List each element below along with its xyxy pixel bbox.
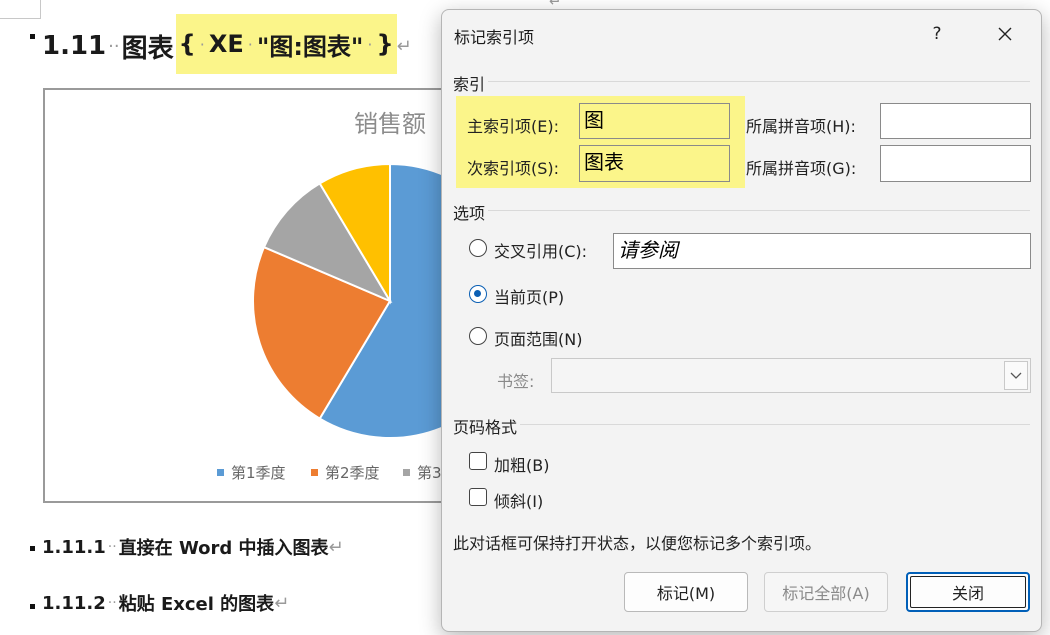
mark-all-button[interactable]: 标记全部(A) (764, 572, 888, 612)
dialog-title: 标记索引项 (454, 28, 535, 47)
current-page-label[interactable]: 当前页(P) (494, 284, 564, 308)
heading-text: 图表 (121, 33, 174, 64)
sub-entry-label: 次索引项(S): (467, 159, 560, 178)
page-range-radio[interactable] (469, 327, 487, 345)
close-icon[interactable] (985, 18, 1025, 50)
main-entry-input[interactable]: 图 (579, 103, 730, 139)
help-button[interactable]: ? (920, 19, 954, 49)
pinyin-h-label: 所属拼音项(H): (746, 117, 856, 136)
close-button[interactable]: 关闭 (906, 572, 1030, 612)
field-value: "图:图表" (256, 32, 364, 61)
heading-number: 1.11 (42, 31, 107, 61)
pinyin-h-input[interactable] (880, 103, 1031, 139)
heading-bullet (30, 34, 35, 39)
heading-dots: ·· (108, 35, 120, 57)
pinyin-g-label: 所属拼音项(G): (746, 159, 857, 178)
page-corner-mark (0, 0, 41, 19)
paragraph-mark: ↵ (396, 35, 412, 57)
field-close-brace: } (376, 30, 394, 58)
bold-label[interactable]: 加粗(B) (494, 452, 549, 476)
dialog-titlebar[interactable]: 标记索引项 ? (442, 10, 1041, 58)
legend-label: 第2季度 (325, 464, 380, 482)
paragraph-mark: ↵ (274, 592, 290, 614)
heading-1-11[interactable]: 1.11 ·· 图表 { · XE · "图:图表" · } ↵ (42, 14, 412, 74)
bookmark-combobox[interactable] (551, 358, 1031, 393)
italic-label[interactable]: 倾斜(I) (494, 488, 543, 512)
mark-index-entry-dialog: 标记索引项 ? 索引 主索引项(E): 图 次索引项(S): 图表 所属拼音项(… (441, 9, 1042, 632)
cross-ref-label[interactable]: 交叉引用(C): (494, 238, 587, 262)
mark-button[interactable]: 标记(M) (624, 572, 748, 612)
field-keyword: XE (208, 30, 244, 58)
subheading-dots: ·· (107, 595, 117, 611)
current-page-radio[interactable] (469, 285, 487, 303)
legend-swatch (217, 469, 224, 476)
main-entry-label: 主索引项(E): (467, 117, 559, 136)
subheading-text: 粘贴 Excel 的图表 (118, 594, 275, 615)
paragraph-mark: ↵ (328, 536, 344, 558)
subheading-text: 直接在 Word 中插入图表 (118, 538, 329, 559)
subheading-dots: ·· (107, 539, 117, 555)
field-open-brace: { (178, 30, 196, 58)
legend-swatch (311, 469, 318, 476)
cross-ref-input[interactable]: 请参阅 (613, 233, 1031, 269)
section-divider (488, 81, 1030, 82)
page-range-label[interactable]: 页面范围(N) (494, 326, 582, 350)
chevron-down-icon[interactable] (1004, 361, 1028, 390)
subheading-number: 1.11.2 (42, 592, 106, 614)
subheading-bullet (30, 604, 35, 609)
subheading-bullet (30, 546, 35, 551)
subheading-number: 1.11.1 (42, 536, 106, 558)
bold-checkbox[interactable] (469, 452, 487, 470)
cross-ref-radio[interactable] (469, 239, 487, 257)
page-format-section-label: 页码格式 (453, 418, 518, 437)
legend-swatch (403, 469, 410, 476)
pinyin-g-input[interactable] (880, 145, 1031, 182)
section-divider (488, 210, 1030, 211)
xe-field-code[interactable]: { · XE · "图:图表" · } (175, 14, 397, 74)
legend-label: 第1季度 (231, 464, 286, 482)
info-text: 此对话框可保持打开状态，以便您标记多个索引项。 (453, 534, 822, 553)
chart-title: 销售额 (354, 110, 426, 138)
options-section-label: 选项 (453, 204, 486, 223)
subheading-1-11-1[interactable]: 1.11.1 ·· 直接在 Word 中插入图表 ↵ (42, 532, 344, 562)
sub-entry-input[interactable]: 图表 (579, 145, 730, 182)
italic-checkbox[interactable] (469, 488, 487, 506)
index-section-label: 索引 (453, 75, 486, 94)
subheading-1-11-2[interactable]: 1.11.2 ·· 粘贴 Excel 的图表 ↵ (42, 588, 289, 618)
section-divider (520, 424, 1030, 425)
legend-label: 第3 (417, 464, 442, 482)
bookmark-label: 书签: (497, 372, 535, 391)
